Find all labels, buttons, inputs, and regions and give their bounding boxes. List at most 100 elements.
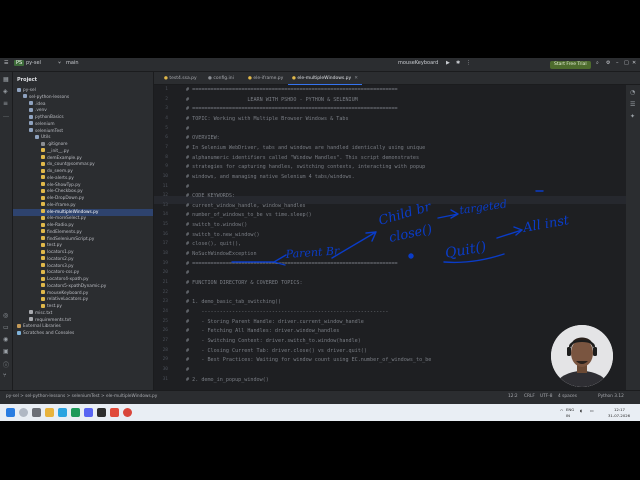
clock-date: 31-07-2026	[608, 413, 631, 418]
code-line[interactable]: # In Selenium WebDriver, tabs and window…	[186, 145, 425, 151]
line-number: 1	[165, 87, 168, 92]
code-line[interactable]: # - Storing Parent Handle: driver.curren…	[186, 319, 364, 325]
code-line[interactable]: # ======================================…	[186, 106, 398, 112]
code-line[interactable]: # ======================================…	[186, 261, 398, 267]
code-line[interactable]: #	[186, 290, 189, 296]
presenter-avatar	[551, 325, 613, 387]
database-icon[interactable]: ☰	[630, 101, 635, 108]
project-panel-title[interactable]: Project	[17, 77, 37, 83]
code-line[interactable]: #	[186, 270, 189, 276]
pycharm-app-icon[interactable]	[71, 408, 80, 417]
app-icon[interactable]	[84, 408, 93, 417]
library-icon	[17, 323, 21, 328]
code-line[interactable]: # ======================================…	[186, 87, 398, 93]
code-line[interactable]: # TOPIC: Working with Multiple Browser W…	[186, 116, 349, 122]
code-line[interactable]: # NoSuchWindowException	[186, 251, 257, 257]
services-icon[interactable]: ◉	[3, 336, 8, 343]
git-tool-icon[interactable]: ⑂	[3, 372, 7, 379]
more-icon[interactable]: ⋮	[466, 60, 471, 66]
terminal-app-icon[interactable]	[97, 408, 106, 417]
line-separator[interactable]: CRLF	[524, 394, 535, 399]
python-interpreter[interactable]: Python 3.12	[598, 394, 624, 399]
windows-taskbar: ◠ ENG IN ◖ ▭ 12:17 31-07-2026	[0, 404, 640, 421]
volume-icon[interactable]: ◖	[580, 408, 582, 413]
edge-browser-icon[interactable]	[58, 408, 67, 417]
tab-test4[interactable]: ● test4.ssa.py	[160, 73, 201, 84]
status-bar: py-sel > sel-python-lessons > seleniumTe…	[0, 390, 640, 404]
debug-icon[interactable]: ✱	[456, 60, 460, 66]
tab-ele-iframe[interactable]: ● ele-iframe.py	[244, 73, 287, 84]
notifications-icon[interactable]: ◔	[630, 89, 635, 96]
project-switcher[interactable]: py-sel	[26, 60, 41, 66]
terminal-icon[interactable]: ▣	[3, 348, 9, 355]
code-line[interactable]: # OVERVIEW:	[186, 135, 220, 141]
tree-item-label: .idea	[35, 101, 46, 107]
code-line[interactable]: # alphanumeric identifiers called "Windo…	[186, 155, 419, 161]
python-file-icon	[41, 303, 45, 308]
tree-item[interactable]: Scratches and Consoles	[13, 330, 153, 337]
code-line[interactable]: # number_of_windows_to_be vs time.sleep(…	[186, 212, 312, 218]
code-line[interactable]: # strategies for capturing handles, swit…	[186, 164, 425, 170]
task-view-icon[interactable]	[32, 408, 41, 417]
run-icon[interactable]: ▶	[446, 60, 450, 66]
more-tools-icon[interactable]: …	[3, 112, 9, 119]
search-everywhere-icon[interactable]: ⌕	[596, 60, 599, 66]
branch-selector[interactable]: main	[66, 60, 79, 66]
search-icon[interactable]	[19, 408, 28, 417]
file-encoding[interactable]: UTF-8	[540, 394, 553, 399]
close-icon[interactable]: ✕	[632, 60, 636, 66]
code-line[interactable]: # - Best Practices: Waiting for window c…	[186, 357, 431, 363]
code-line[interactable]: # close(), quit(),	[186, 241, 241, 247]
battery-icon[interactable]: ▭	[590, 408, 594, 413]
caret-position[interactable]: 12:2	[508, 394, 518, 399]
code-line[interactable]: # - Closing Current Tab: driver.close() …	[186, 348, 367, 354]
code-line[interactable]: # current_window_handle, window_handles	[186, 203, 306, 209]
navigation-breadcrumb[interactable]: py-sel > sel-python-lessons > seleniumTe…	[6, 394, 157, 399]
line-number: 10	[162, 173, 168, 179]
line-number: 29	[162, 357, 168, 363]
code-line[interactable]: # LEARN WITH PSHDO - PYTHON & SELENIUM	[186, 97, 358, 103]
code-line[interactable]: # - Switching Context: driver.switch_to.…	[186, 338, 361, 344]
code-line[interactable]: # switch_to.window()	[186, 222, 247, 228]
project-tool-icon[interactable]: ▦	[3, 76, 9, 83]
start-free-trial-button[interactable]: Start Free Trial	[550, 60, 591, 69]
python-console-icon[interactable]: ▭	[3, 324, 9, 331]
code-line[interactable]: # - Fetching All Handles: driver.window_…	[186, 328, 339, 334]
settings-icon[interactable]: ⚙	[606, 60, 610, 66]
code-line[interactable]: #	[186, 184, 189, 190]
commit-tool-icon[interactable]: ◈	[3, 88, 8, 95]
line-number: 31	[162, 376, 168, 382]
file-explorer-icon[interactable]	[45, 408, 54, 417]
maximize-icon[interactable]: □	[624, 60, 629, 66]
code-line[interactable]: # switch_to.new_window()	[186, 232, 260, 238]
code-line[interactable]: # windows, and managing native Selenium …	[186, 174, 355, 180]
code-line[interactable]: #	[186, 126, 189, 132]
tab-ele-multiplewindows[interactable]: ● ele-multipleWindows.py ✕	[288, 73, 362, 85]
code-line[interactable]: #	[186, 367, 189, 373]
run-config-selector[interactable]: mouseKeyboard	[398, 60, 438, 66]
indent-setting[interactable]: 4 spaces	[558, 394, 577, 399]
scratch-icon	[17, 330, 21, 335]
minimize-icon[interactable]: –	[616, 60, 619, 66]
wifi-icon[interactable]: ◠	[560, 408, 563, 413]
tree-item-label: .venv	[35, 108, 47, 114]
hamburger-menu-icon[interactable]: ☰	[4, 60, 8, 66]
windows-start-icon[interactable]	[6, 408, 15, 417]
ai-assistant-icon[interactable]: ✦	[630, 113, 635, 120]
tab-close-icon[interactable]: ✕	[354, 76, 358, 81]
line-number: 25	[162, 318, 168, 324]
code-line[interactable]: # --------------------------------------…	[186, 309, 388, 315]
tab-config-ini[interactable]: ● config.ini	[204, 73, 238, 84]
code-line[interactable]: # 1. demo_basic_tab_switching()	[186, 299, 281, 305]
structure-tool-icon[interactable]: ≡	[3, 100, 8, 107]
keyboard-language[interactable]: ENG	[566, 407, 574, 412]
problems-icon[interactable]: ⓘ	[3, 360, 9, 369]
chrome-browser-icon[interactable]	[123, 408, 132, 417]
media-app-icon[interactable]	[110, 408, 119, 417]
code-line[interactable]: # 2. demo_in_popup_window()	[186, 377, 269, 383]
code-line[interactable]: # FUNCTION DIRECTORY & COVERED TOPICS:	[186, 280, 303, 286]
tree-item-label: External Libraries	[23, 324, 61, 330]
clock-time[interactable]: 12:17	[614, 407, 625, 412]
python-packages-icon[interactable]: ◎	[3, 312, 8, 319]
code-line[interactable]: # CODE KEYWORDS:	[186, 193, 235, 199]
